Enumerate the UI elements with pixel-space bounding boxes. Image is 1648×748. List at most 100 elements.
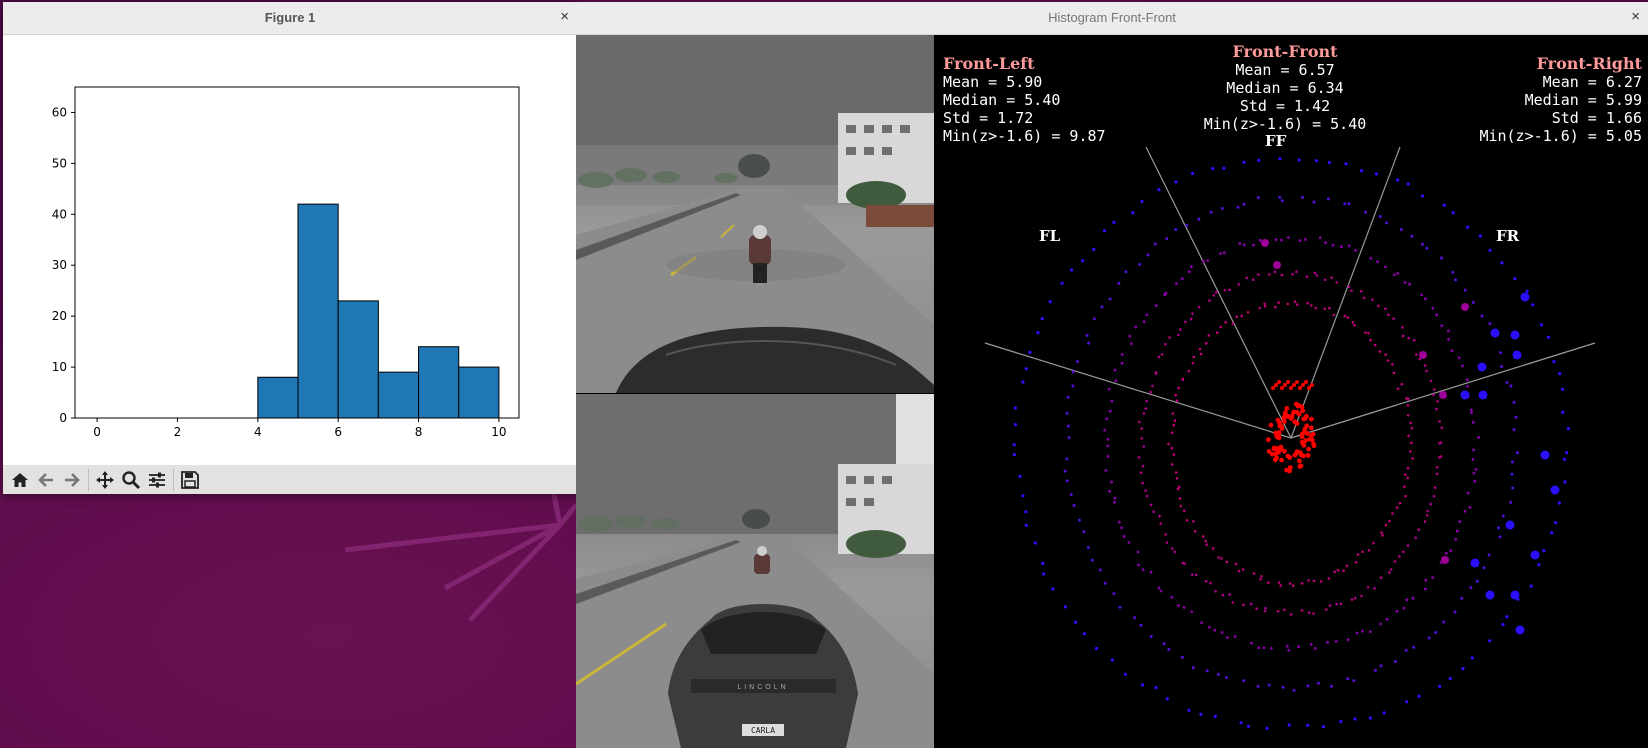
- close-icon[interactable]: ×: [560, 8, 569, 25]
- lidar-point: [1393, 273, 1396, 277]
- lidar-point: [1352, 679, 1356, 683]
- lidar-point: [1108, 409, 1112, 413]
- forward-arrow-icon[interactable]: [59, 467, 85, 493]
- lidar-point: [1085, 333, 1089, 337]
- lidar-point: [1362, 296, 1366, 300]
- lidar-point: [1069, 268, 1074, 272]
- lidar-point: [1453, 610, 1457, 614]
- lidar-point: [1103, 229, 1107, 233]
- lidar-point: [1291, 272, 1294, 276]
- lidar-point: [1511, 460, 1514, 464]
- lidar-point: [1345, 564, 1349, 568]
- lidar-point: [1402, 606, 1406, 610]
- lidar-point: [1410, 234, 1414, 238]
- lidar-point: [1138, 420, 1141, 424]
- lidar-point: [1346, 638, 1350, 642]
- sector-boundary-line: [1290, 146, 1401, 439]
- lidar-point: [1273, 261, 1281, 269]
- lidar-point: [1159, 589, 1163, 593]
- lidar-point: [1285, 644, 1289, 648]
- lidar-point: [1184, 320, 1187, 324]
- front-front-std: Std = 1.42: [1239, 97, 1331, 115]
- license-plate: CARLA: [751, 726, 775, 735]
- lidar-point: [1048, 300, 1052, 304]
- lidar-point: [1512, 350, 1522, 360]
- back-arrow-icon[interactable]: [33, 467, 59, 493]
- lidar-point: [1145, 399, 1148, 403]
- lidar-point: [1191, 312, 1194, 316]
- lidar-point: [1277, 301, 1280, 304]
- lidar-point: [1242, 160, 1246, 164]
- lidar-point: [1412, 645, 1416, 649]
- lidar-point: [1226, 636, 1229, 639]
- front-right-std: Std = 1.66: [1551, 109, 1642, 127]
- figure-window-titlebar[interactable]: Figure 1 ×: [3, 2, 577, 35]
- lidar-point: [1108, 489, 1111, 493]
- lidar-point: [1281, 419, 1287, 424]
- lidar-point: [1439, 441, 1443, 445]
- histogram-window-titlebar[interactable]: Histogram Front-Front ×: [576, 2, 1648, 35]
- lidar-point: [1384, 265, 1387, 269]
- lidar-point: [1204, 342, 1208, 345]
- lidar-point: [1086, 546, 1090, 549]
- lidar-point: [1473, 479, 1477, 483]
- lidar-point: [1067, 436, 1071, 440]
- lidar-point: [1271, 386, 1275, 390]
- lidar-point: [1220, 631, 1224, 634]
- lidar-point: [1024, 523, 1028, 527]
- lidar-point: [1024, 510, 1028, 514]
- lidar-point: [1339, 720, 1343, 724]
- rear-chase-camera-view: LINCOLN CARLA: [576, 394, 934, 748]
- lidar-point: [1418, 357, 1421, 361]
- lidar-point: [1286, 236, 1290, 239]
- histogram-bar: [458, 366, 500, 419]
- lidar-point: [1139, 471, 1143, 475]
- lidar-point: [1199, 712, 1203, 717]
- lidar-point: [1509, 500, 1513, 504]
- pan-icon[interactable]: [92, 467, 118, 493]
- lidar-point: [1277, 380, 1281, 384]
- lidar-point: [1241, 568, 1245, 571]
- lidar-point: [1154, 372, 1158, 376]
- lidar-point: [1158, 514, 1161, 518]
- lidar-point: [1063, 605, 1068, 609]
- lidar-point: [1360, 169, 1364, 173]
- lidar-point: [1512, 400, 1516, 404]
- lidar-point: [1354, 560, 1358, 564]
- lidar-point: [1429, 379, 1433, 383]
- lidar-point: [1221, 593, 1225, 597]
- lidar-point: [1447, 337, 1450, 341]
- lidar-point: [1344, 162, 1348, 166]
- lidar-point: [1353, 717, 1357, 721]
- lidar-point: [1447, 329, 1450, 333]
- lidar-point: [1157, 188, 1161, 192]
- lidar-point: [1511, 486, 1515, 490]
- lidar-point: [1310, 304, 1313, 307]
- lidar-point: [1304, 423, 1310, 429]
- lidar-point: [1291, 584, 1295, 587]
- zoom-icon[interactable]: [118, 467, 144, 493]
- lidar-point: [1289, 613, 1293, 616]
- lidar-point: [1267, 273, 1271, 276]
- lidar-point: [1280, 386, 1284, 390]
- lidar-point: [1308, 611, 1311, 614]
- lidar-point: [1197, 305, 1201, 309]
- lidar-point: [1178, 497, 1182, 500]
- lidar-point: [1514, 415, 1518, 419]
- lidar-point: [1283, 608, 1286, 612]
- lidar-point: [1154, 686, 1158, 690]
- lidar-point: [1401, 326, 1404, 329]
- lidar-point: [1300, 195, 1304, 199]
- home-icon[interactable]: [7, 467, 33, 493]
- lidar-point: [1391, 512, 1394, 515]
- lidar-point: [1313, 647, 1317, 650]
- close-icon[interactable]: ×: [1631, 8, 1640, 25]
- configure-subplots-icon[interactable]: [144, 467, 170, 493]
- save-icon[interactable]: [177, 467, 203, 493]
- lidar-point: [1474, 468, 1478, 471]
- lidar-point: [1165, 697, 1169, 701]
- lidar-point: [1328, 604, 1332, 607]
- lidar-point: [1219, 325, 1222, 329]
- lidar-point: [1542, 549, 1546, 553]
- lidar-point: [1171, 412, 1175, 415]
